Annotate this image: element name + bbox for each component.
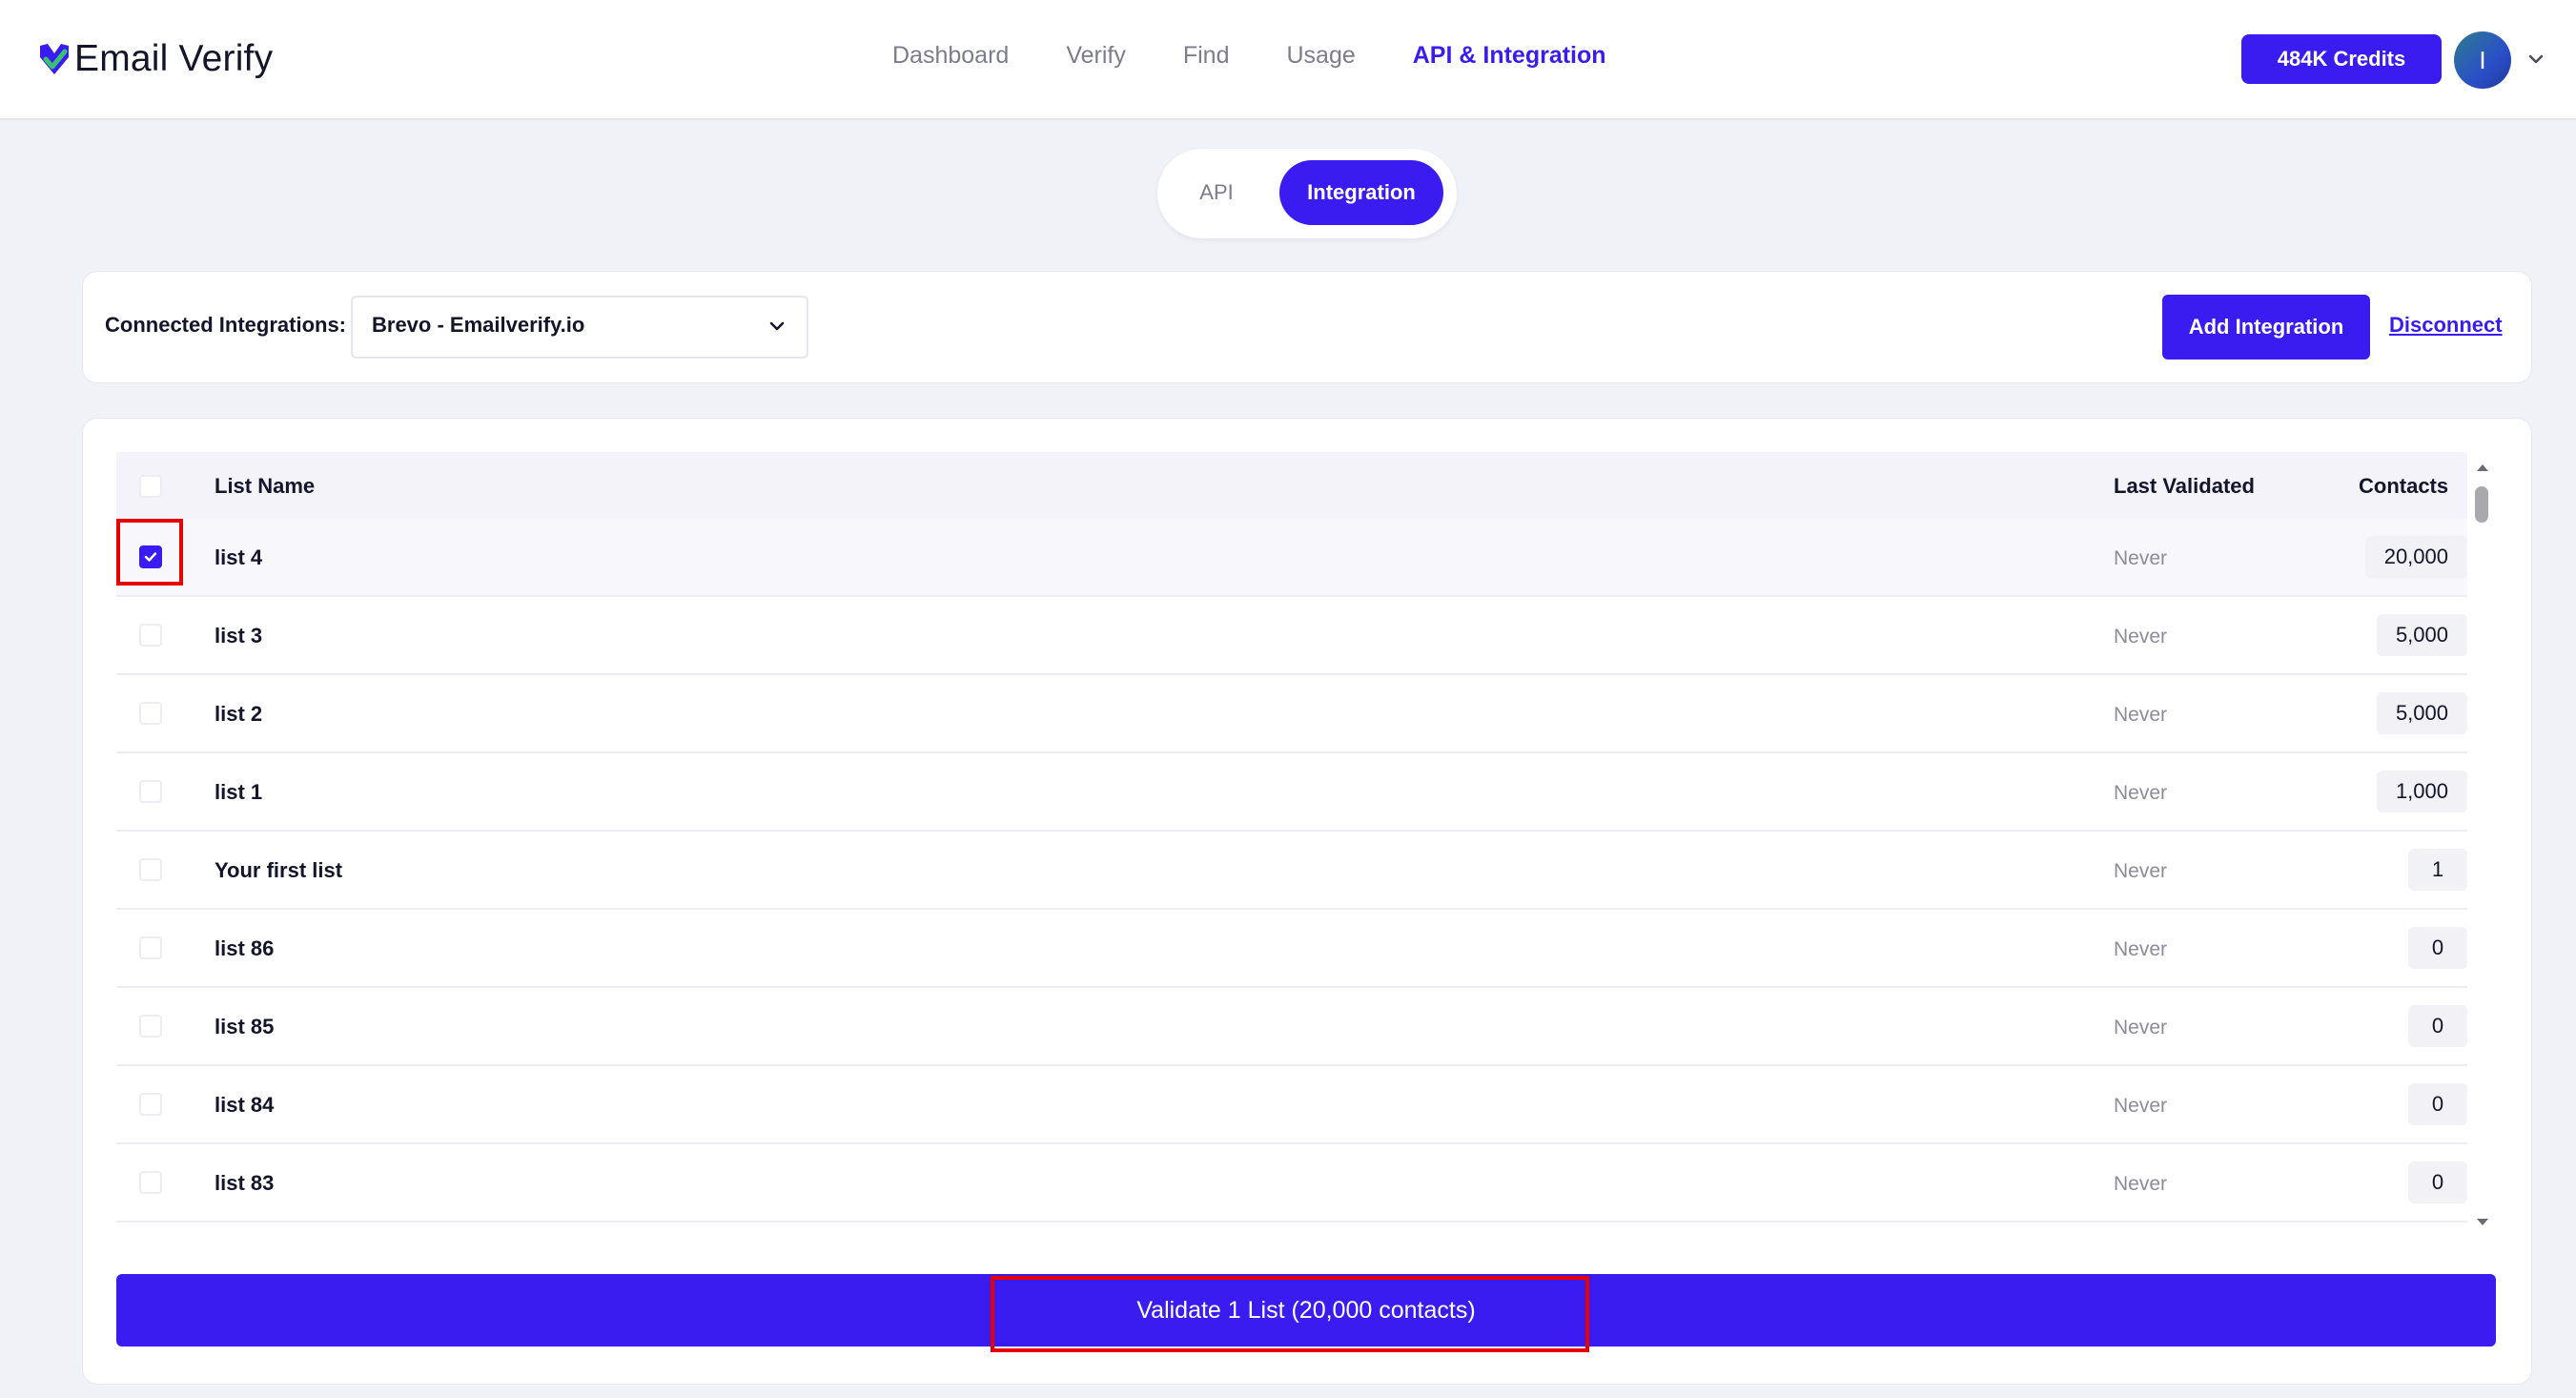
list-name: list 86 — [215, 936, 275, 960]
list-name: list 85 — [215, 1015, 275, 1038]
contacts-badge: 0 — [2408, 1005, 2467, 1047]
row-checkbox[interactable] — [139, 624, 162, 647]
row-checkbox[interactable] — [139, 936, 162, 959]
table-row[interactable]: list 84 Never 0 — [116, 1066, 2467, 1144]
last-validated: Never — [2114, 860, 2168, 882]
check-icon — [144, 552, 157, 562]
table-row[interactable]: Your first list Never 1 — [116, 832, 2467, 910]
row-checkbox[interactable] — [139, 858, 162, 881]
list-name: Your first list — [215, 858, 343, 882]
tab-integration[interactable]: Integration — [1279, 160, 1443, 225]
list-name: list 83 — [215, 1171, 275, 1195]
integration-select-value[interactable]: Brevo - Emailverify.io — [372, 313, 584, 338]
list-name: list 2 — [215, 702, 263, 726]
contacts-badge: 5,000 — [2376, 692, 2467, 734]
verify-check-logo-icon — [40, 44, 69, 74]
table-row[interactable]: list 4 Never 20,000 — [116, 519, 2467, 597]
contacts-badge: 1 — [2408, 849, 2467, 891]
add-integration-button[interactable]: Add Integration — [2162, 295, 2370, 360]
row-checkbox[interactable] — [139, 780, 162, 803]
scroll-down-arrow-icon[interactable] — [2475, 1217, 2490, 1228]
row-checkbox[interactable] — [139, 1015, 162, 1038]
row-checkbox[interactable] — [139, 545, 162, 568]
chevron-down-icon[interactable] — [767, 319, 787, 334]
last-validated: Never — [2114, 1173, 2168, 1195]
lists-table-body: list 4 Never 20,000 list 3 Never 5,000 l… — [116, 519, 2467, 1223]
contacts-badge: 0 — [2408, 1083, 2467, 1125]
disconnect-link[interactable]: Disconnect — [2389, 313, 2503, 338]
select-all-checkbox[interactable] — [139, 475, 162, 498]
table-row[interactable]: list 86 Never 0 — [116, 910, 2467, 988]
row-checkbox[interactable] — [139, 1093, 162, 1116]
table-row[interactable]: list 85 Never 0 — [116, 988, 2467, 1066]
last-validated: Never — [2114, 1095, 2168, 1117]
table-row[interactable]: list 2 Never 5,000 — [116, 675, 2467, 753]
scroll-up-arrow-icon[interactable] — [2475, 462, 2490, 473]
table-scrollbar[interactable] — [2471, 452, 2494, 1232]
header-last-validated: Last Validated — [2114, 474, 2255, 498]
row-checkbox[interactable] — [139, 1171, 162, 1194]
list-name: list 84 — [215, 1093, 275, 1117]
contacts-badge: 20,000 — [2364, 536, 2467, 578]
nav-verify[interactable]: Verify — [1066, 42, 1126, 70]
chevron-down-icon[interactable] — [2526, 51, 2545, 67]
contacts-badge: 0 — [2408, 927, 2467, 969]
list-name: list 4 — [215, 545, 263, 569]
tab-api[interactable]: API — [1186, 166, 1247, 219]
connected-integrations-label: Connected Integrations: — [105, 313, 347, 337]
row-checkbox[interactable] — [139, 702, 162, 725]
last-validated: Never — [2114, 1017, 2168, 1038]
table-row[interactable]: list 3 Never 5,000 — [116, 597, 2467, 675]
list-name: list 1 — [215, 780, 263, 804]
avatar[interactable]: I — [2454, 31, 2511, 89]
nav-usage[interactable]: Usage — [1286, 42, 1355, 70]
contacts-badge: 1,000 — [2376, 771, 2467, 812]
last-validated: Never — [2114, 782, 2168, 804]
credits-button[interactable]: 484K Credits — [2241, 34, 2442, 84]
header-contacts: Contacts — [2359, 474, 2449, 498]
last-validated: Never — [2114, 704, 2168, 726]
logo-text: Email Verify — [74, 38, 274, 79]
last-validated: Never — [2114, 547, 2168, 569]
nav-find[interactable]: Find — [1183, 42, 1230, 70]
table-row[interactable]: list 83 Never 0 — [116, 1144, 2467, 1223]
nav-dashboard[interactable]: Dashboard — [892, 42, 1009, 70]
main-nav: Dashboard Verify Find Usage API & Integr… — [892, 42, 1606, 70]
scrollbar-thumb[interactable] — [2475, 486, 2488, 523]
contacts-badge: 0 — [2408, 1162, 2467, 1203]
validate-lists-button[interactable]: Validate 1 List (20,000 contacts) — [116, 1274, 2496, 1347]
app-logo[interactable]: Email Verify — [38, 36, 273, 82]
header-list-name: List Name — [215, 474, 316, 498]
last-validated: Never — [2114, 626, 2168, 648]
contacts-badge: 5,000 — [2376, 614, 2467, 656]
nav-api-integration[interactable]: API & Integration — [1413, 42, 1606, 70]
list-name: list 3 — [215, 624, 263, 648]
table-row[interactable]: list 1 Never 1,000 — [116, 753, 2467, 832]
last-validated: Never — [2114, 938, 2168, 960]
